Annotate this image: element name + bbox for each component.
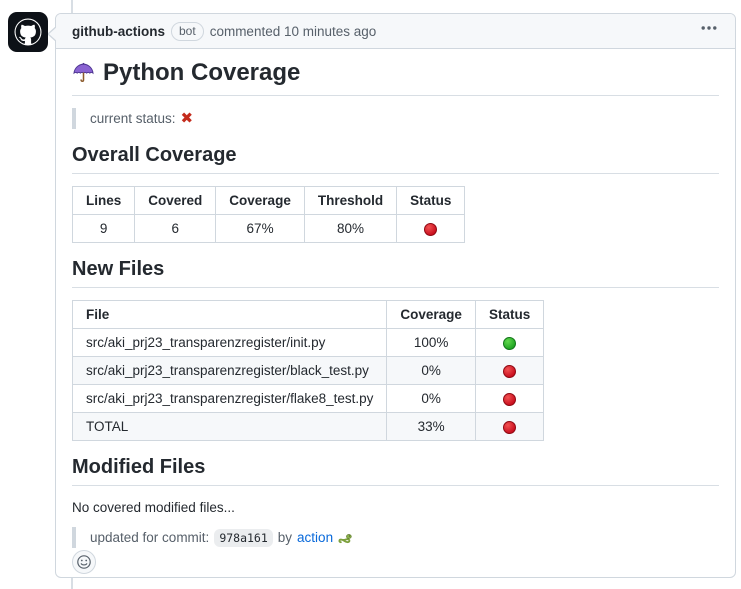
covered-cell: 6: [135, 215, 216, 243]
add-reaction-button[interactable]: [72, 550, 96, 574]
avatar[interactable]: [8, 12, 48, 52]
table-header-row: File Coverage Status: [73, 301, 544, 329]
coverage-cell: 67%: [216, 215, 305, 243]
status-cell: [397, 215, 465, 243]
github-octocat-logo-icon: [8, 12, 48, 52]
coverage-cell: 100%: [387, 329, 476, 357]
table-row: TOTAL 33%: [73, 413, 544, 441]
column-header: Covered: [135, 187, 216, 215]
column-header: Coverage: [387, 301, 476, 329]
by-text: by: [278, 530, 292, 545]
comment-body: Python Coverage current status: ✖ Overal…: [56, 49, 735, 578]
overall-coverage-table: Lines Covered Coverage Threshold Status …: [72, 186, 465, 243]
commit-label: updated for commit:: [90, 530, 209, 545]
current-status-label: current status:: [90, 111, 176, 126]
page-title: Python Coverage: [72, 59, 719, 96]
status-circle-icon: [503, 365, 516, 378]
column-header: Lines: [73, 187, 135, 215]
column-header: Threshold: [304, 187, 396, 215]
table-row: 9 6 67% 80%: [73, 215, 465, 243]
status-circle-icon: [503, 393, 516, 406]
comment-box: github-actions bot commented 10 minutes …: [55, 13, 736, 578]
lines-cell: 9: [73, 215, 135, 243]
status-cell: [475, 329, 543, 357]
status-circle-icon: [503, 337, 516, 350]
cross-mark-icon: ✖: [181, 111, 194, 126]
table-row: src/aki_prj23_transparenzregister/flake8…: [73, 385, 544, 413]
author-name[interactable]: github-actions: [72, 24, 165, 39]
status-cell: [475, 385, 543, 413]
title-text: Python Coverage: [103, 59, 300, 87]
umbrella-icon: [72, 62, 95, 85]
table-row: src/aki_prj23_transparenzregister/black_…: [73, 357, 544, 385]
column-header: Status: [475, 301, 543, 329]
status-circle-icon: [503, 421, 516, 434]
table-row: src/aki_prj23_transparenzregister/init.p…: [73, 329, 544, 357]
smiley-icon: [76, 554, 92, 570]
modified-files-heading: Modified Files: [72, 455, 719, 486]
new-files-table: File Coverage Status src/aki_prj23_trans…: [72, 300, 544, 441]
coverage-cell: 33%: [387, 413, 476, 441]
threshold-cell: 80%: [304, 215, 396, 243]
file-cell: src/aki_prj23_transparenzregister/init.p…: [73, 329, 387, 357]
table-header-row: Lines Covered Coverage Threshold Status: [73, 187, 465, 215]
new-files-heading: New Files: [72, 257, 719, 288]
kebab-menu-button[interactable]: [697, 22, 721, 34]
file-cell: src/aki_prj23_transparenzregister/black_…: [73, 357, 387, 385]
current-status-quote: current status: ✖: [72, 108, 719, 129]
coverage-cell: 0%: [387, 357, 476, 385]
kebab-horizontal-icon: [701, 26, 717, 30]
commit-hash: 978a161: [214, 529, 272, 547]
column-header: Status: [397, 187, 465, 215]
status-cell: [475, 357, 543, 385]
no-modified-files-text: No covered modified files...: [72, 500, 719, 515]
commit-footer-quote: updated for commit: 978a161 by action: [72, 527, 719, 548]
status-cell: [475, 413, 543, 441]
column-header: File: [73, 301, 387, 329]
bot-badge: bot: [171, 22, 204, 41]
action-link[interactable]: action: [297, 530, 333, 545]
snake-icon: [338, 530, 353, 545]
comment-header: github-actions bot commented 10 minutes …: [56, 14, 735, 49]
column-header: Coverage: [216, 187, 305, 215]
overall-coverage-heading: Overall Coverage: [72, 143, 719, 174]
file-cell: src/aki_prj23_transparenzregister/flake8…: [73, 385, 387, 413]
coverage-cell: 0%: [387, 385, 476, 413]
file-cell: TOTAL: [73, 413, 387, 441]
status-circle-icon: [424, 223, 437, 236]
comment-timestamp[interactable]: commented 10 minutes ago: [210, 24, 377, 39]
